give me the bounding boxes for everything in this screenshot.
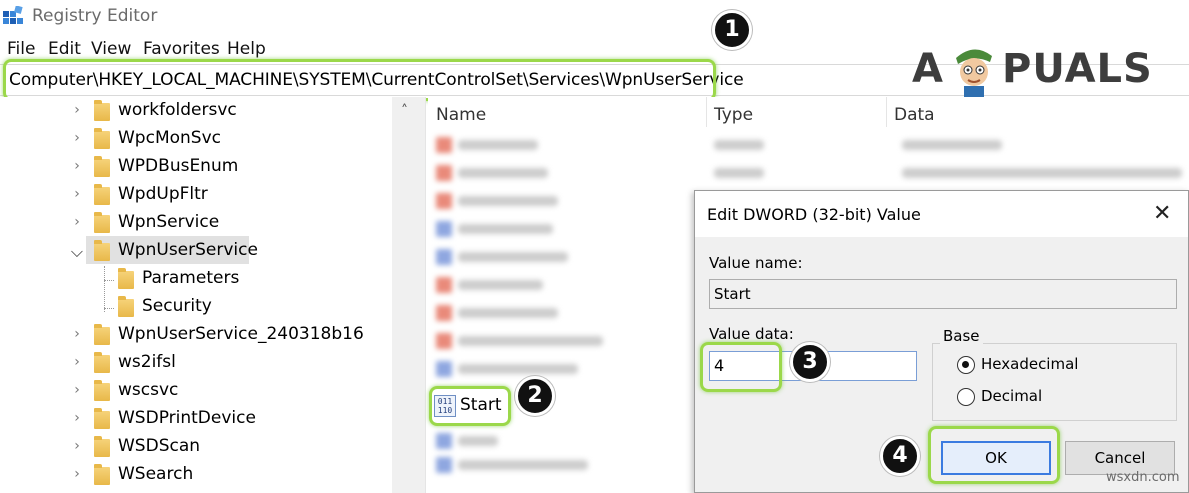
menu-file[interactable]: File — [7, 39, 35, 59]
folder-icon — [94, 100, 110, 121]
expand-chevron-icon[interactable]: › — [70, 130, 84, 146]
base-label: Base — [940, 327, 983, 345]
column-separator[interactable] — [886, 97, 887, 127]
list-item-blurred — [436, 331, 696, 351]
tree-item-label: WSDPrintDevice — [118, 408, 256, 428]
folder-icon — [118, 268, 134, 289]
hexadecimal-label[interactable]: Hexadecimal — [981, 355, 1078, 373]
expand-chevron-icon[interactable]: › — [70, 186, 84, 202]
ok-button[interactable]: OK — [941, 441, 1051, 475]
column-type-header[interactable]: Type — [714, 97, 753, 131]
column-separator[interactable] — [706, 97, 707, 127]
expand-chevron-icon[interactable]: › — [70, 214, 84, 230]
logo-letter-a: A — [912, 46, 944, 92]
expand-chevron-icon[interactable]: › — [70, 382, 84, 398]
tree-connector — [104, 308, 114, 309]
menu-favorites[interactable]: Favorites — [143, 39, 220, 59]
expand-chevron-icon[interactable]: › — [70, 102, 84, 118]
value-data-label: Value data: — [709, 325, 794, 343]
decimal-label[interactable]: Decimal — [981, 387, 1042, 405]
column-data-header[interactable]: Data — [894, 97, 935, 131]
expand-chevron-icon[interactable]: › — [70, 438, 84, 454]
tree-item-label: WpnUserService_240318b16 — [118, 324, 364, 344]
tree-item-label: ws2ifsl — [118, 352, 176, 372]
hexadecimal-radio[interactable] — [957, 356, 975, 374]
expand-chevron-icon[interactable]: › — [70, 410, 84, 426]
step-badge-1: 1 — [712, 10, 752, 50]
folder-icon — [94, 408, 110, 429]
tree-item-label: workfoldersvc — [118, 100, 237, 120]
logo-letters-rest: PUALS — [1002, 46, 1153, 92]
folder-icon — [94, 240, 110, 261]
list-item-blurred — [436, 135, 1176, 155]
menu-view[interactable]: View — [91, 39, 131, 59]
tree-item-label: WSDScan — [118, 436, 201, 456]
menu-help[interactable]: Help — [227, 39, 266, 59]
list-item-blurred — [436, 191, 696, 211]
column-name-header[interactable]: Name — [436, 97, 486, 131]
menu-edit[interactable]: Edit — [48, 39, 81, 59]
expand-chevron-icon[interactable]: › — [70, 158, 84, 174]
list-item-blurred — [436, 275, 696, 295]
list-item-blurred — [436, 431, 696, 451]
list-item-blurred — [436, 219, 696, 239]
tree-scrollbar[interactable]: ˄ — [392, 97, 425, 493]
tree-item-label: Parameters — [142, 268, 240, 288]
list-item-label: Start — [460, 395, 502, 415]
tree-item-label: WSearch — [118, 464, 194, 484]
value-name-label: Value name: — [709, 254, 803, 272]
tree-item-label: WpnService — [118, 212, 220, 232]
expand-chevron-icon[interactable]: › — [70, 326, 84, 342]
dialog-title: Edit DWORD (32-bit) Value — [707, 205, 921, 224]
dialog-title-bar: Edit DWORD (32-bit) Value ✕ — [695, 191, 1188, 237]
tree-connector — [104, 280, 114, 281]
expand-chevron-icon[interactable]: › — [70, 354, 84, 370]
edit-dword-dialog: Edit DWORD (32-bit) Value ✕ Value name: … — [694, 190, 1189, 493]
folder-icon — [94, 212, 110, 233]
list-item-blurred — [436, 163, 1182, 183]
list-item-blurred — [436, 303, 696, 323]
decimal-radio[interactable] — [957, 388, 975, 406]
appuals-logo: A PUALS — [912, 40, 1152, 104]
folder-icon — [118, 296, 134, 317]
list-item-blurred — [436, 247, 696, 267]
list-item-blurred — [436, 359, 696, 379]
tree-item-label: WpnUserService — [118, 240, 258, 260]
address-path[interactable]: Computer\HKEY_LOCAL_MACHINE\SYSTEM\Curre… — [9, 70, 744, 90]
close-icon[interactable]: ✕ — [1153, 201, 1171, 226]
folder-icon — [94, 464, 110, 485]
title-bar: Registry Editor — [0, 0, 1189, 36]
step-badge-3: 3 — [790, 342, 830, 382]
tree-item-label: WpdUpFltr — [118, 184, 208, 204]
folder-icon — [94, 436, 110, 457]
registry-editor-icon — [3, 6, 23, 24]
mascot-icon — [956, 49, 992, 98]
step-badge-4: 4 — [880, 436, 920, 476]
dword-value-icon: 011 110 — [434, 395, 456, 417]
tree-connector — [104, 266, 105, 312]
folder-icon — [94, 380, 110, 401]
tree-item-label: WPDBusEnum — [118, 156, 239, 176]
window-title: Registry Editor — [32, 6, 158, 26]
collapse-chevron-icon[interactable]: ⌵ — [70, 242, 84, 262]
folder-icon — [94, 184, 110, 205]
list-item-blurred — [436, 455, 696, 475]
expand-chevron-icon[interactable]: › — [70, 466, 84, 482]
watermark: wsxdn.com — [1106, 470, 1180, 485]
folder-icon — [94, 128, 110, 149]
folder-icon — [94, 352, 110, 373]
tree-item-label: Security — [142, 296, 212, 316]
tree-item-label: WpcMonSvc — [118, 128, 221, 148]
tree-item-label: wscsvc — [118, 380, 179, 400]
folder-icon — [94, 156, 110, 177]
folder-icon — [94, 324, 110, 345]
step-badge-2: 2 — [515, 376, 555, 416]
scroll-up-icon[interactable]: ˄ — [401, 103, 408, 119]
value-name-field: Start — [709, 279, 1177, 309]
